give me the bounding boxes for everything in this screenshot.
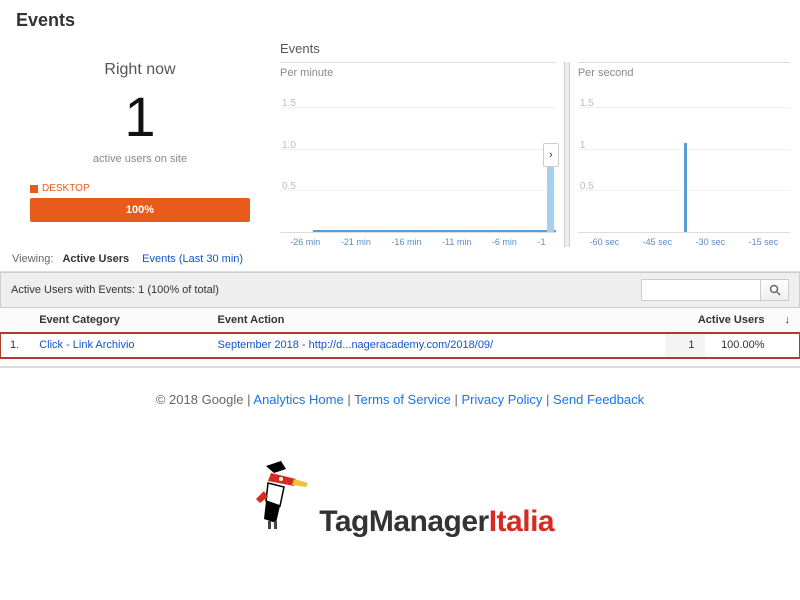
col-active-users[interactable]: Active Users	[665, 308, 775, 333]
y-tick: 0.5	[580, 181, 594, 192]
cell-pct: 100.00%	[705, 333, 775, 358]
bar-spike	[684, 143, 687, 232]
chart-per-minute: Per minute 1.5 1.0 0.5 -26 min -21 min -…	[280, 62, 556, 247]
table-row[interactable]: 1. Click - Link Archivio September 2018 …	[0, 333, 800, 358]
charts-panel: Events Per minute 1.5 1.0 0.5 -26 min -2…	[280, 41, 790, 247]
legend-swatch	[30, 185, 38, 193]
rightnow-panel: Right now 1 active users on site DESKTOP…	[10, 41, 270, 247]
overview-row: Right now 1 active users on site DESKTOP…	[0, 41, 800, 247]
col-action[interactable]: Event Action	[208, 308, 665, 333]
search-input[interactable]	[641, 279, 761, 301]
cell-category[interactable]: Click - Link Archivio	[29, 333, 207, 358]
footer-link-feedback[interactable]: Send Feedback	[553, 392, 644, 407]
charts-title: Events	[280, 41, 790, 56]
footer-link-analytics-home[interactable]: Analytics Home	[253, 392, 343, 407]
page-title: Events	[16, 10, 784, 31]
col-category[interactable]: Event Category	[29, 308, 207, 333]
chart-label: Per minute	[280, 63, 556, 83]
footer-link-privacy[interactable]: Privacy Policy	[462, 392, 543, 407]
tab-active-users[interactable]: Active Users	[62, 253, 129, 265]
y-tick: 1	[580, 140, 586, 151]
y-tick: 0.5	[282, 181, 296, 192]
baseline	[313, 230, 556, 232]
search-button[interactable]	[761, 279, 789, 301]
chart-label: Per second	[578, 63, 790, 83]
x-axis: -26 min -21 min -16 min -11 min -6 min -…	[280, 233, 556, 247]
sort-arrow-down-icon[interactable]: ↓	[785, 314, 791, 326]
events-table: Event Category Event Action Active Users…	[0, 308, 800, 358]
chart-per-second: Per second 1.5 1 0.5 -60 sec -45 sec -30…	[578, 62, 790, 247]
tab-events-30min[interactable]: Events (Last 30 min)	[142, 253, 243, 265]
summary-bar: Active Users with Events: 1 (100% of tot…	[0, 272, 800, 308]
row-index: 1.	[0, 333, 29, 358]
footer: © 2018 Google | Analytics Home | Terms o…	[0, 366, 800, 431]
footer-link-tos[interactable]: Terms of Service	[354, 392, 451, 407]
summary-text: Active Users with Events: 1 (100% of tot…	[11, 284, 219, 296]
chart-separator	[564, 62, 570, 247]
viewing-label: Viewing:	[12, 253, 53, 265]
rightnow-title: Right now	[20, 61, 260, 79]
footer-copyright: © 2018 Google	[156, 392, 244, 407]
chart-pager-next[interactable]: ›	[543, 143, 559, 167]
page-header: Events	[0, 0, 800, 41]
device-legend: DESKTOP	[30, 183, 260, 194]
cell-action[interactable]: September 2018 - http://d...nageracademy…	[208, 333, 665, 358]
device-bar: 100%	[30, 198, 250, 222]
logo-text: TagManagerItalia	[319, 505, 554, 538]
rightnow-count: 1	[20, 89, 260, 145]
device-label: DESKTOP	[42, 183, 90, 194]
y-tick: 1.0	[282, 140, 296, 151]
y-tick: 1.5	[282, 98, 296, 109]
search-icon	[769, 284, 781, 296]
woodpecker-icon	[246, 451, 316, 531]
x-axis: -60 sec -45 sec -30 sec -15 sec	[578, 233, 790, 247]
y-tick: 1.5	[580, 98, 594, 109]
brand-logo: TagManagerItalia	[0, 431, 800, 569]
search-box	[641, 279, 789, 301]
cell-users: 1	[665, 333, 705, 358]
rightnow-subtitle: active users on site	[20, 153, 260, 165]
viewing-tabs: Viewing: Active Users Events (Last 30 mi…	[0, 247, 800, 272]
